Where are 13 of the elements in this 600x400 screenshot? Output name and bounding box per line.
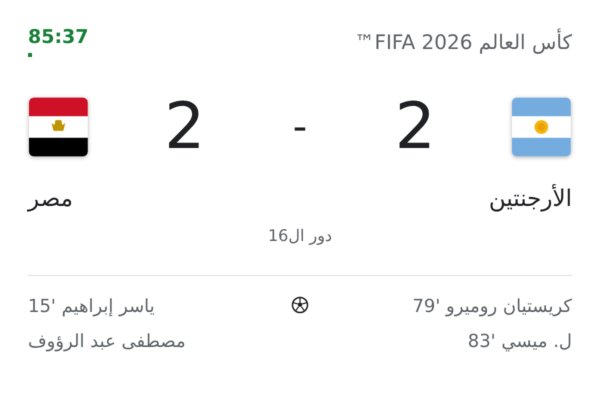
round-label: دور ال16 <box>266 226 334 245</box>
team-name: مصر <box>28 186 73 212</box>
team-name: الأرجنتين <box>488 186 572 212</box>
goal-scorer: ل. ميسي '83 <box>468 331 572 352</box>
goal-scorer: كريستيان روميرو '79 <box>412 296 572 317</box>
football-icon <box>291 296 309 314</box>
competition-title: كأس العالم FIFA 2026™ <box>354 30 572 54</box>
team-score: 2 <box>163 90 206 164</box>
goal-scorer: مصطفى عبد الرؤوف <box>28 331 186 352</box>
score-separator: - <box>292 104 308 150</box>
team-score: 2 <box>394 90 437 164</box>
match-clock: 85:37 <box>28 26 88 48</box>
goal-scorer: ياسر إبراهيم '15 <box>28 296 155 317</box>
